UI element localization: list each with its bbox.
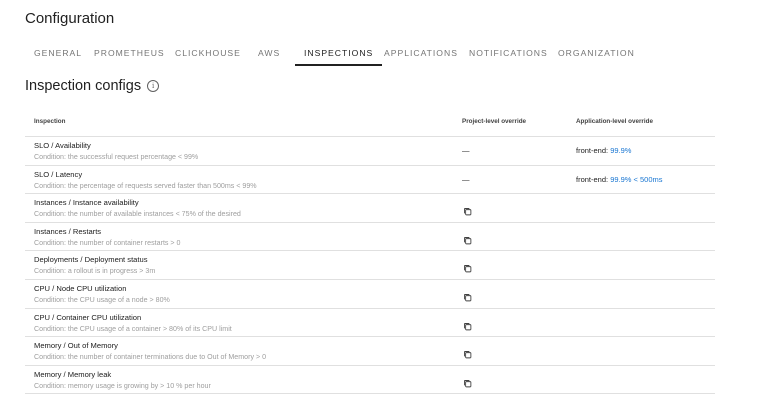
column-header-inspection: Inspection xyxy=(34,118,66,125)
page-title: Configuration xyxy=(25,10,115,27)
inspection-name: Deployments / Deployment status xyxy=(34,255,148,265)
application-override-link[interactable]: 99.9% < 500ms xyxy=(610,175,662,184)
column-header-application-override: Application-level override xyxy=(576,118,653,125)
inspection-condition: Condition: the successful request percen… xyxy=(34,153,199,161)
copy-icon[interactable] xyxy=(463,232,472,245)
inspection-name: SLO / Availability xyxy=(34,141,91,150)
inspection-name: Memory / Memory leak xyxy=(34,369,112,379)
copy-icon[interactable] xyxy=(463,289,472,302)
inspection-cell: CPU / Node CPU utilization Condition: the… xyxy=(34,283,170,306)
inspection-name: Instances / Restarts xyxy=(34,226,102,236)
copy-icon[interactable] xyxy=(463,260,472,273)
inspection-condition: Condition: the number of container termi… xyxy=(34,353,267,362)
inspection-condition: Condition: the CPU usage of a node > 80% xyxy=(34,295,170,304)
application-name: front-end: xyxy=(576,146,611,155)
project-override-value[interactable]: — xyxy=(462,175,470,184)
table-row: Instances / Restarts Condition: the numbe… xyxy=(25,223,715,252)
inspection-name: CPU / Container CPU utilization xyxy=(34,312,142,322)
inspection-condition: Condition: the percentage of requests se… xyxy=(34,181,257,190)
copy-icon[interactable] xyxy=(463,203,472,216)
tab-general[interactable]: GENERAL xyxy=(34,40,82,66)
tab-notifications[interactable]: NOTIFICATIONS xyxy=(469,40,548,66)
tab-aws[interactable]: AWS xyxy=(258,40,280,66)
application-override-link[interactable]: 99.9% xyxy=(610,146,631,155)
inspection-condition: Condition: the number of container resta… xyxy=(34,238,181,247)
copy-icon[interactable] xyxy=(463,346,472,359)
tab-prometheus[interactable]: PROMETHEUS xyxy=(94,40,165,66)
project-override-value[interactable]: — xyxy=(462,146,470,155)
copy-icon[interactable] xyxy=(463,375,472,388)
inspection-cell: Instances / Restarts Condition: the numbe… xyxy=(34,226,181,249)
table-row: Memory / Out of Memory Condition: the num… xyxy=(25,337,715,366)
inspection-cell: SLO / Latency Condition: the percentage o… xyxy=(34,169,257,192)
inspection-name: CPU / Node CPU utilization xyxy=(34,283,127,293)
table-row: CPU / Node CPU utilization Condition: the… xyxy=(25,280,715,309)
application-override: front-end: 99.9% xyxy=(576,146,631,155)
inspection-condition: Condition: the CPU usage of a container … xyxy=(34,324,232,333)
table-header: Inspection Project-level override Applic… xyxy=(25,108,715,137)
tab-applications[interactable]: APPLICATIONS xyxy=(384,40,458,66)
inspection-cell: CPU / Container CPU utilization Condition… xyxy=(34,312,232,335)
table-row: SLO / Availability Condition: the success… xyxy=(25,137,715,166)
section-title: Inspection configs xyxy=(25,78,142,94)
inspection-cell: Instances / Instance availability Conditi… xyxy=(34,197,241,220)
inspection-condition: Condition: the number of available insta… xyxy=(34,210,241,219)
inspection-cell: Memory / Memory leak Condition: memory us… xyxy=(34,369,211,392)
table-row: CPU / Container CPU utilization Condition… xyxy=(25,309,715,338)
inspection-cell: Deployments / Deployment status Condition… xyxy=(34,254,155,277)
inspection-cell: Memory / Out of Memory Condition: the num… xyxy=(34,340,266,363)
inspection-condition: Condition: a rollout is in progress > 3m xyxy=(34,267,156,276)
application-override: front-end: 99.9% < 500ms xyxy=(576,175,663,184)
table-row: Memory / Memory leak Condition: memory us… xyxy=(25,366,715,394)
copy-icon[interactable] xyxy=(463,318,472,330)
inspection-name: Instances / Instance availability xyxy=(34,198,139,208)
tab-inspections[interactable]: INSPECTIONS xyxy=(294,40,383,66)
inspection-name: SLO / Latency xyxy=(34,169,83,179)
info-icon[interactable]: i xyxy=(147,80,160,92)
inspections-table: Inspection Project-level override Applic… xyxy=(25,108,715,394)
application-name: front-end: xyxy=(576,174,611,184)
inspection-cell: SLO / Availability Condition: the success… xyxy=(34,140,198,163)
inspection-condition: Condition: memory usage is growing by > … xyxy=(34,381,211,390)
table-row: Instances / Instance availability Conditi… xyxy=(25,194,715,223)
table-row: Deployments / Deployment status Condition… xyxy=(25,251,715,280)
tab-bar: GENERAL PROMETHEUS CLICKHOUSE AWS INSPEC… xyxy=(25,40,715,66)
inspection-name: Memory / Out of Memory xyxy=(34,341,118,351)
table-row: SLO / Latency Condition: the percentage o… xyxy=(25,166,715,195)
column-header-project-override: Project-level override xyxy=(462,118,527,125)
tab-organization[interactable]: ORGANIZATION xyxy=(558,40,635,66)
tab-clickhouse[interactable]: CLICKHOUSE xyxy=(175,40,241,66)
section-header: Inspection configs i xyxy=(25,78,160,94)
